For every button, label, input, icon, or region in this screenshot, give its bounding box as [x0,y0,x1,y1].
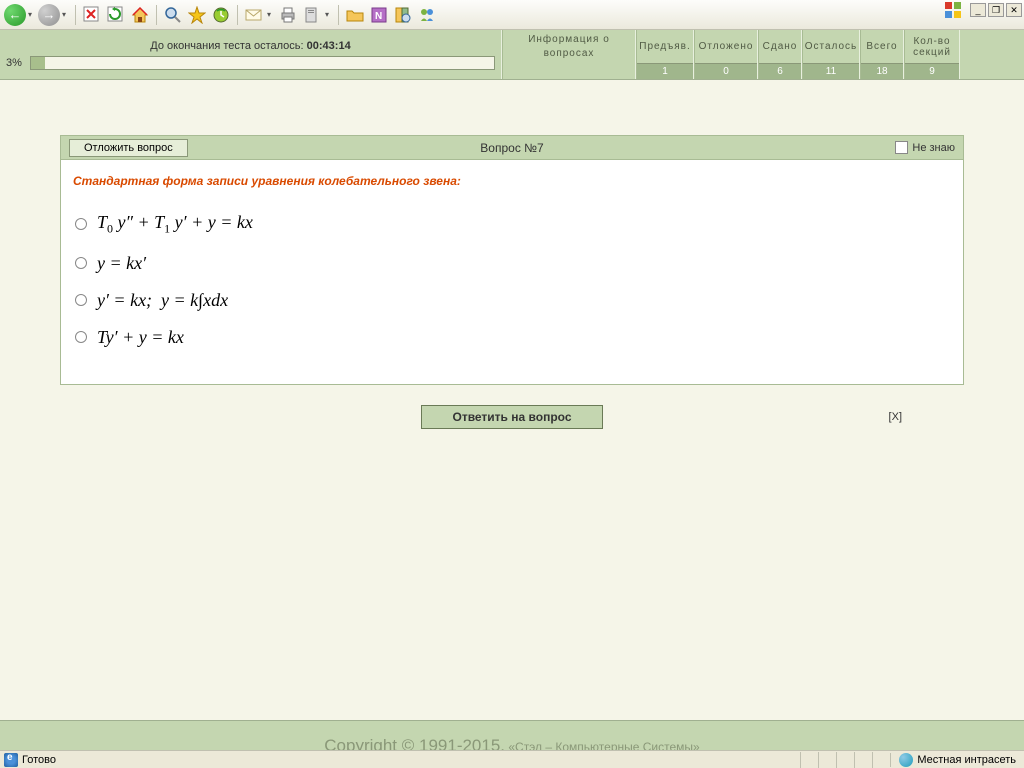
col-presented-value: 1 [637,63,693,79]
search-button[interactable] [162,4,184,26]
radio-icon[interactable] [75,294,87,306]
option-3-formula: y′ = kx; y = k∫xdx [97,290,228,311]
history-button[interactable] [210,4,232,26]
status-cell [872,752,890,768]
radio-icon[interactable] [75,331,87,343]
research-button[interactable] [392,4,414,26]
progress-percent: 3% [6,57,22,69]
option-2-formula: y = kx′ [97,253,146,274]
radio-icon[interactable] [75,218,87,230]
mail-button[interactable] [243,4,265,26]
col-total-header: Всего [861,30,903,63]
toolbar-separator [237,5,238,25]
stop-button[interactable] [81,4,103,26]
col-info-header: Информация о вопросах [503,30,635,63]
col-submitted-header: Сдано [759,30,801,63]
close-button[interactable]: ✕ [1006,3,1022,17]
minimize-button[interactable]: _ [970,3,986,17]
col-remaining-value: 11 [803,63,859,79]
refresh-button[interactable] [105,4,127,26]
toolbar-separator [75,5,76,25]
col-sections-value: 9 [905,63,959,79]
onenote-button[interactable]: N [368,4,390,26]
radio-icon[interactable] [75,257,87,269]
favorites-button[interactable] [186,4,208,26]
security-zone-text: Местная интрасеть [917,754,1016,766]
print-button[interactable] [277,4,299,26]
window-controls: _ ❐ ✕ [944,1,1022,19]
status-ready: Готово [22,754,56,766]
dontknow-checkbox[interactable] [895,141,908,154]
col-submitted-value: 6 [759,63,801,79]
question-title: Вопрос №7 [480,141,543,155]
forward-dropdown[interactable]: ▾ [62,10,70,19]
edit-button[interactable] [301,4,323,26]
submit-answer-button[interactable]: Ответить на вопрос [421,405,602,429]
col-postponed-header: Отложено [695,30,757,63]
edit-dropdown[interactable]: ▾ [325,10,333,19]
toolbar-separator [156,5,157,25]
col-presented-header: Предъяв. [637,30,693,63]
footer: Copyright © 1991-2015. «Стэл – Компьютер… [0,720,1024,750]
col-postponed-value: 0 [695,63,757,79]
status-cell [818,752,836,768]
security-zone-icon [899,753,913,767]
option-4[interactable]: Ty′ + y = kx [73,327,951,348]
status-cell [854,752,872,768]
back-dropdown[interactable]: ▾ [28,10,36,19]
mail-dropdown[interactable]: ▾ [267,10,275,19]
ie-icon [4,753,18,767]
restore-button[interactable]: ❐ [988,3,1004,17]
col-sections-header: Кол-во секций [905,30,959,63]
option-1-formula: T0 y″ + T1 y′ + y = kx [97,212,253,237]
option-1[interactable]: T0 y″ + T1 y′ + y = kx [73,212,951,237]
col-total-value: 18 [861,63,903,79]
toolbar-separator [338,5,339,25]
postpone-button[interactable]: Отложить вопрос [69,139,188,157]
folder-button[interactable] [344,4,366,26]
question-box: Отложить вопрос Вопрос №7 Не знаю Станда… [60,135,964,385]
option-2[interactable]: y = kx′ [73,253,951,274]
copyright-text: Copyright © 1991-2015. «Стэл – Компьютер… [324,736,699,750]
windows-logo-icon [944,1,962,19]
home-button[interactable] [129,4,151,26]
test-info-bar: До окончания теста осталось: 00:43:14 3%… [0,30,1024,80]
dontknow-label: Не знаю [912,142,955,154]
option-4-formula: Ty′ + y = kx [97,327,184,348]
nav-forward-button[interactable]: → [38,4,60,26]
close-link[interactable]: [X] [889,411,902,423]
timer-label: До окончания теста осталось: 00:43:14 [150,40,350,52]
status-cell [800,752,818,768]
svg-text:N: N [375,11,382,22]
question-text: Стандартная форма записи уравнения колеб… [73,174,951,188]
browser-toolbar: ← ▾ → ▾ ▾ ▾ N _ ❐ ✕ [0,0,1024,30]
progress-bar [30,56,495,70]
nav-back-button[interactable]: ← [4,4,26,26]
status-cell [836,752,854,768]
option-3[interactable]: y′ = kx; y = k∫xdx [73,290,951,311]
timer-value: 00:43:14 [307,40,351,52]
col-remaining-header: Осталось [803,30,859,63]
status-bar: Готово Местная интрасеть [0,750,1024,768]
messenger-button[interactable] [416,4,438,26]
